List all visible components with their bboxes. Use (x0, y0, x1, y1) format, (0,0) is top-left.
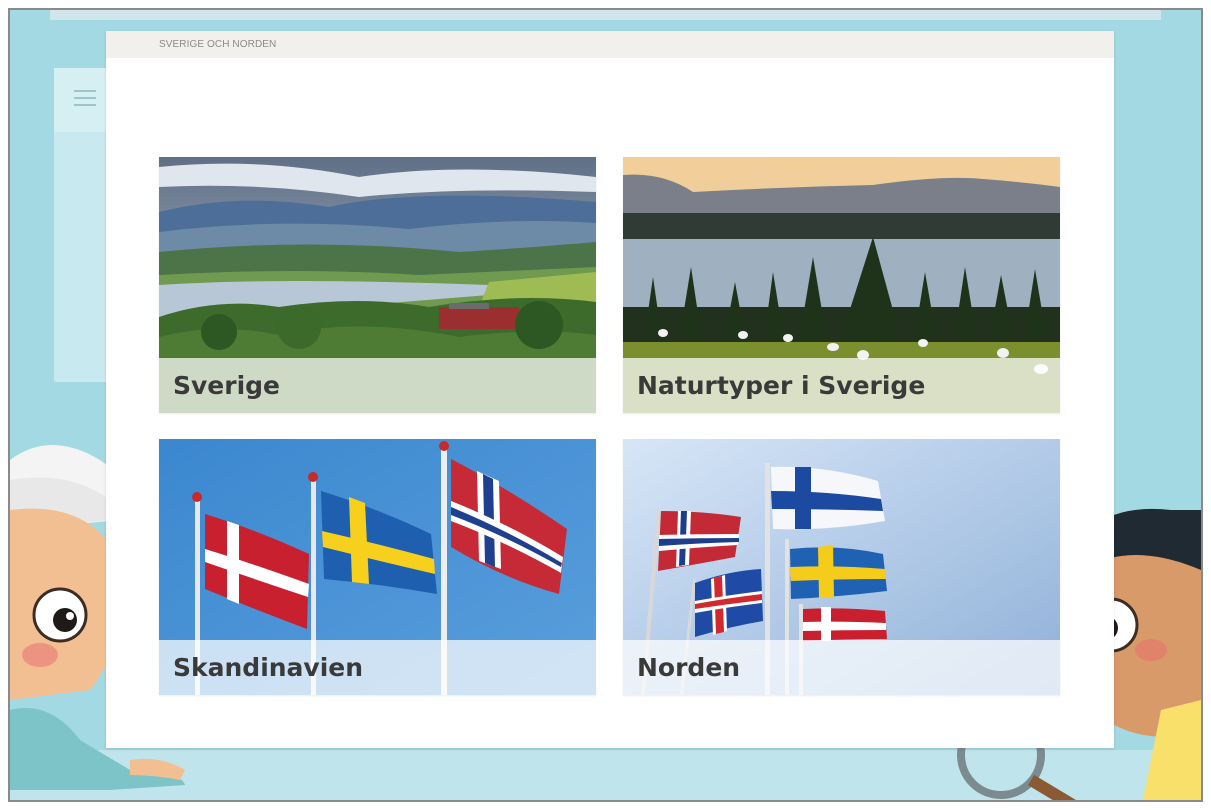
tile-title: Norden (637, 653, 741, 682)
tile-norden[interactable]: Norden (623, 439, 1060, 695)
tile-label-box: Norden (623, 640, 1060, 695)
top-band (50, 10, 1161, 20)
hamburger-menu-icon[interactable] (74, 90, 96, 108)
tile-label-box: Sverige (159, 358, 596, 413)
tile-naturtyper-i-sverige[interactable]: Naturtyper i Sverige (623, 157, 1060, 413)
tile-title: Sverige (173, 371, 281, 400)
breadcrumb: SVERIGE OCH NORDEN (159, 39, 277, 50)
card-header: SVERIGE OCH NORDEN (106, 31, 1114, 58)
tile-sverige[interactable]: Sverige (159, 157, 596, 413)
topic-tiles: Sverige Naturtyper i Sverige Skandinavie… (159, 157, 1061, 695)
main-card: SVERIGE OCH NORDEN Sverige Naturtyper i … (106, 31, 1114, 748)
tile-title: Naturtyper i Sverige (637, 371, 926, 400)
tile-skandinavien[interactable]: Skandinavien (159, 439, 596, 695)
tile-label-box: Naturtyper i Sverige (623, 358, 1060, 413)
tile-label-box: Skandinavien (159, 640, 596, 695)
tile-title: Skandinavien (173, 653, 364, 682)
